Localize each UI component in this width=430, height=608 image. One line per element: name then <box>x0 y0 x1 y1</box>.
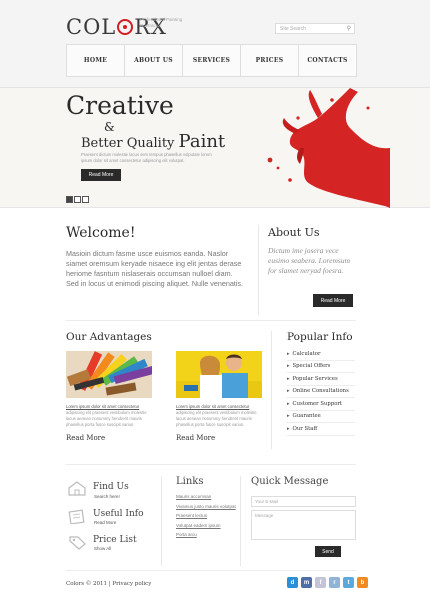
slider-dot[interactable] <box>66 196 73 203</box>
bullet-icon: ▸ <box>287 400 290 407</box>
welcome-text: Masioin dictum fasme usce euismos eanda.… <box>66 249 243 288</box>
divider <box>66 570 356 571</box>
nav-about-us[interactable]: ABOUT US <box>125 45 183 76</box>
find-us-sub[interactable]: Search here! <box>94 494 120 499</box>
popular-item-online-consultations[interactable]: ▸ Online Consultations <box>287 386 355 398</box>
paint-palette-image <box>66 351 152 398</box>
footer-link[interactable]: Porta arcu <box>176 532 236 542</box>
popular-item-special-offers[interactable]: ▸ Special Offers <box>287 361 355 373</box>
welcome-title: Welcome! <box>66 225 136 241</box>
hero-read-more-button[interactable]: Read More <box>81 169 121 181</box>
popular-info-title: Popular Info <box>287 331 353 343</box>
social-icons: d m f r t b <box>287 577 368 588</box>
price-tag-icon <box>69 536 86 550</box>
useful-info-title[interactable]: Useful Info <box>93 509 144 519</box>
hero-title: Creative <box>66 91 174 120</box>
delicious-icon[interactable]: d <box>287 577 298 588</box>
logo-o-mark <box>117 19 134 35</box>
header: COL RX Professional Painting Contractor S… <box>0 0 430 88</box>
bullet-icon: ▸ <box>287 350 290 357</box>
bullet-icon: ▸ <box>287 363 290 370</box>
bullet-icon: ▸ <box>287 388 290 395</box>
links-list: Mauris accumsan Vivamus justo mauris vol… <box>176 494 236 542</box>
links-title: Links <box>176 476 204 487</box>
footer-link[interactable]: Volutpat eadem ipsum <box>176 523 236 533</box>
popular-item-customer-support[interactable]: ▸ Customer Support <box>287 398 355 411</box>
notepad-icon <box>68 509 85 524</box>
quick-message-title: Quick Message <box>251 476 329 487</box>
search-placeholder: Site Search <box>280 26 306 32</box>
twitter-icon[interactable]: t <box>343 577 354 588</box>
popular-item-our-staff[interactable]: ▸ Our Staff <box>287 423 355 436</box>
slider-dot[interactable] <box>82 196 89 203</box>
popular-item-guarantee[interactable]: ▸ Guarantee <box>287 411 355 423</box>
search-icon[interactable]: ⚲ <box>347 25 351 32</box>
nav-services[interactable]: SERVICES <box>183 45 241 76</box>
price-list-title[interactable]: Price List <box>93 535 137 545</box>
footer-link[interactable]: Vivamus justo mauris volutpat <box>176 504 236 514</box>
divider <box>66 320 356 321</box>
site-tagline: Professional Painting Contractor <box>140 17 183 28</box>
nav-contacts[interactable]: CONTACTS <box>299 45 356 76</box>
slider-dot[interactable] <box>74 196 81 203</box>
slider-pager <box>66 196 89 203</box>
rss-icon[interactable]: r <box>329 577 340 588</box>
advantage-read-more-link[interactable]: Read More <box>66 434 105 442</box>
divider <box>258 225 259 315</box>
advantage-link[interactable]: Lorem ipsum dolor sit amet consectetur <box>66 404 139 409</box>
bullet-icon: ▸ <box>287 413 290 420</box>
flickr-icon[interactable]: f <box>315 577 326 588</box>
find-us-title[interactable]: Find Us <box>93 482 129 492</box>
divider <box>240 476 241 566</box>
myspace-icon[interactable]: m <box>301 577 312 588</box>
popular-item-popular-services[interactable]: ▸ Popular Services <box>287 373 355 386</box>
footer-link[interactable]: Praesent lectus <box>176 513 236 523</box>
send-button[interactable]: Send <box>315 546 341 557</box>
nav-home[interactable]: HOME <box>67 45 125 76</box>
advantage-read-more-link[interactable]: Read More <box>176 434 215 442</box>
about-text: Dictum ime josera vece eusimo seabera. L… <box>268 246 351 275</box>
footer-link[interactable]: Mauris accumsan <box>176 494 236 504</box>
divider <box>66 464 356 465</box>
bullet-icon: ▸ <box>287 375 290 382</box>
hero-slider: Creative & Better Quality Paint Praesent… <box>0 88 430 208</box>
price-list-sub[interactable]: Show All <box>94 546 111 551</box>
search-input[interactable]: Site Search ⚲ <box>275 23 355 34</box>
advantage-link[interactable]: Lorem ipsum dolor sit amet consectetur <box>176 404 249 409</box>
paint-splash-image <box>267 88 390 208</box>
couple-painting-image <box>176 351 262 398</box>
advantage-text: Lorem ipsum dolor sit amet consectetur a… <box>66 404 147 427</box>
divider <box>161 476 162 566</box>
message-field[interactable]: Message <box>251 510 356 540</box>
about-read-more-button[interactable]: Read More <box>313 294 353 307</box>
about-title: About Us <box>268 226 320 239</box>
advantages-title: Our Advantages <box>66 331 152 343</box>
useful-info-sub[interactable]: Read More <box>94 520 116 525</box>
nav-prices[interactable]: PRICES <box>241 45 299 76</box>
divider <box>271 331 272 449</box>
bullet-icon: ▸ <box>287 425 290 432</box>
blogger-icon[interactable]: b <box>357 577 368 588</box>
copyright-text[interactable]: Colors © 2011 | Privacy policy <box>66 581 151 587</box>
house-icon <box>68 481 86 496</box>
popular-item-calculator[interactable]: ▸ Calculator <box>287 348 355 361</box>
main-nav: HOME ABOUT US SERVICES PRICES CONTACTS <box>66 44 357 77</box>
popular-info-list: ▸ Calculator ▸ Special Offers ▸ Popular Ser… <box>287 348 355 436</box>
advantage-text: Lorem ipsum dolor sit amet consectetur a… <box>176 404 257 427</box>
email-field[interactable]: Your E-Mail <box>251 496 356 507</box>
